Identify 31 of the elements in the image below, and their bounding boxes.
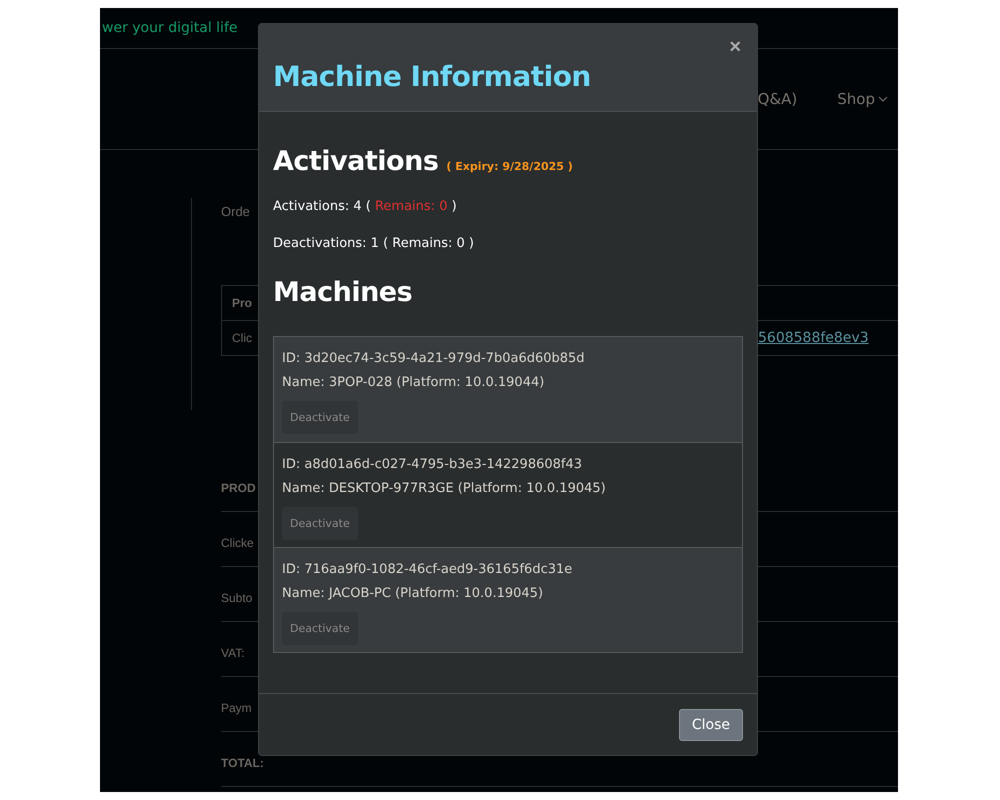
machine-name: Name: 3POP-028 (Platform: 10.0.19044) <box>282 374 546 392</box>
activations-heading: Activations <box>273 146 438 177</box>
expiry-date: ( Expiry: 9/28/2025 ) <box>446 160 573 173</box>
summary-label: PROD <box>221 482 256 494</box>
nav-link[interactable]: Q&A) <box>758 90 798 108</box>
tagline: wer your digital life <box>102 20 238 36</box>
modal-title: Machine Information <box>273 60 591 93</box>
close-button[interactable]: × <box>725 36 745 59</box>
table-header: Pro <box>232 296 252 310</box>
close-button[interactable]: Close <box>678 708 743 740</box>
deactivate-button[interactable]: Deactivate <box>282 401 358 434</box>
license-link[interactable]: 5608588fe8ev3 <box>758 330 898 346</box>
count-text: Deactivations: 1 ( Remains: 0 ) <box>273 236 475 251</box>
summary-label: Paym <box>221 702 252 714</box>
machine-id: ID: a8d01a6d-c027-4795-b3e3-142298608f43 <box>282 456 584 474</box>
machine-id: ID: 716aa9f0-1082-46cf-aed9-36165f6dc31e <box>282 561 574 579</box>
deactivate-button[interactable]: Deactivate <box>282 507 358 540</box>
machine-name: Name: JACOB-PC (Platform: 10.0.19045) <box>282 585 544 603</box>
nav-link[interactable]: Shop <box>837 90 888 108</box>
machines-heading: Machines <box>273 277 414 308</box>
table-cell: Clic <box>232 331 252 345</box>
chevron-down-icon <box>878 96 888 102</box>
machine-id: ID: 3d20ec74-3c59-4a21-979d-7b0a6d60b85d <box>282 350 586 368</box>
summary-label: Subto <box>221 592 252 604</box>
count-text: Activations: 4 ( Remains: 0 ) <box>273 199 458 214</box>
summary-label: Clicke <box>221 537 254 549</box>
summary-label: VAT: <box>221 647 245 659</box>
deactivate-button[interactable]: Deactivate <box>282 612 358 645</box>
machine-name: Name: DESKTOP-977R3GE (Platform: 10.0.19045) <box>282 480 607 498</box>
summary-label: TOTAL: <box>221 757 264 769</box>
order-label: Orde <box>221 203 250 219</box>
